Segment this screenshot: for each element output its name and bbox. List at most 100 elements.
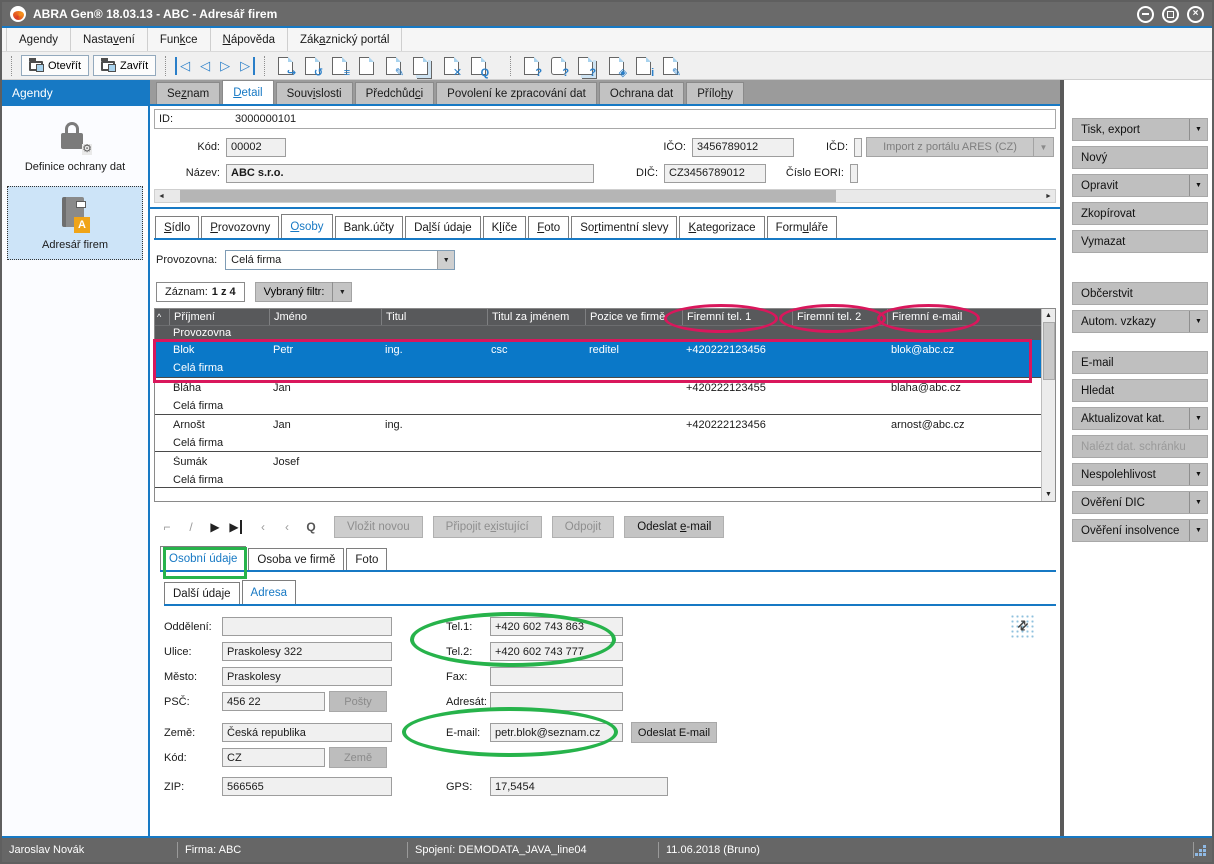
action-hledat[interactable]: Hledat: [1072, 379, 1208, 402]
tab-osobni-udaje[interactable]: Osobní údaje: [160, 546, 246, 570]
open-agenda-button[interactable]: Otevřít: [21, 55, 89, 76]
close-button[interactable]: ×: [1187, 6, 1204, 23]
new-document-icon[interactable]: [359, 57, 374, 75]
mesto-input[interactable]: Praskolesy: [222, 667, 392, 686]
odpojit-button[interactable]: Odpojit: [552, 516, 614, 538]
dropdown-arrow-icon[interactable]: ▼: [1189, 408, 1207, 429]
nav-last-icon[interactable]: ▷: [237, 57, 255, 75]
scrollbar-thumb[interactable]: [1043, 322, 1055, 380]
help-icon[interactable]: [524, 57, 539, 75]
switch-occurrence-icon[interactable]: [278, 57, 293, 75]
action-tisk-export[interactable]: Tisk, export▼: [1072, 118, 1208, 141]
scroll-right-icon[interactable]: ►: [1042, 193, 1055, 200]
menu-nastaveni[interactable]: Nastavení: [71, 28, 148, 51]
kod-zeme-input[interactable]: CZ: [222, 748, 325, 767]
zip-input[interactable]: 566565: [222, 777, 392, 796]
fax-input[interactable]: [490, 667, 623, 686]
tab-formulare[interactable]: Formuláře: [767, 216, 837, 238]
action-email[interactable]: E-mail: [1072, 351, 1208, 374]
refresh-icon[interactable]: [305, 57, 320, 75]
ulice-input[interactable]: Praskolesy 322: [222, 642, 392, 661]
icd-input[interactable]: [854, 138, 862, 157]
eori-input[interactable]: [850, 164, 858, 183]
vertical-scrollbar[interactable]: ▲ ▼: [1041, 309, 1055, 501]
zeme-button[interactable]: Země: [329, 747, 387, 768]
scroll-up-icon[interactable]: ▲: [1045, 309, 1052, 322]
oddeleni-input[interactable]: [222, 617, 392, 636]
tab-kategorizace[interactable]: Kategorizace: [679, 216, 764, 238]
action-zkopirovat[interactable]: Zkopírovat: [1072, 202, 1208, 225]
provozovna-select[interactable]: Celá firma ▼: [225, 250, 455, 270]
expand-icon[interactable]: ⇅: [1010, 614, 1034, 638]
dropdown-arrow-icon[interactable]: ▼: [1189, 175, 1207, 196]
tab-adresa[interactable]: Adresa: [242, 580, 296, 604]
menu-napoveda[interactable]: Nápověda: [211, 28, 288, 51]
close-agenda-button[interactable]: Zavřít: [93, 55, 156, 76]
context-help-icon[interactable]: [551, 57, 566, 75]
dic-input[interactable]: CZ3456789012: [664, 164, 766, 183]
col-titul[interactable]: Titul: [381, 309, 487, 325]
email-input[interactable]: petr.blok@seznam.cz: [490, 723, 623, 742]
tab-klice[interactable]: Klíče: [483, 216, 527, 238]
vlozit-novou-button[interactable]: Vložit novou: [334, 516, 423, 538]
sidebar-item-definice-ochrany-dat[interactable]: ⚙ Definice ochrany dat: [7, 110, 143, 182]
tab-osoby[interactable]: Osoby: [281, 214, 332, 238]
rec-next-icon[interactable]: ▶: [204, 520, 226, 534]
copy-record-icon[interactable]: [413, 57, 428, 75]
table-row[interactable]: BláhaJan +420222123455 blaha@abc.cz Celá…: [155, 377, 1041, 414]
tab-bank-ucty[interactable]: Bank.účty: [335, 216, 404, 238]
tel1-input[interactable]: +420 602 743 863: [490, 617, 623, 636]
col-prijmeni[interactable]: Příjmení: [169, 309, 269, 325]
menu-agendy[interactable]: Agendy: [6, 28, 71, 51]
scroll-down-icon[interactable]: ▼: [1045, 488, 1052, 501]
horizontal-scrollbar[interactable]: ◄ ►: [154, 189, 1056, 203]
gps-input[interactable]: 17,5454: [490, 777, 668, 796]
tab-foto-person[interactable]: Foto: [346, 548, 387, 570]
sort-icon[interactable]: ^: [155, 309, 169, 325]
zeme-input[interactable]: Česká republika: [222, 723, 392, 742]
col-firemni-email[interactable]: Firemní e-mail: [887, 309, 1041, 325]
col-pozice[interactable]: Pozice ve firmě: [585, 309, 682, 325]
tab-foto[interactable]: Foto: [528, 216, 569, 238]
tab-osoba-ve-firme[interactable]: Osoba ve firmě: [248, 548, 344, 570]
filter-button[interactable]: Vybraný filtr: ▼: [255, 282, 353, 302]
help-topics-icon[interactable]: [578, 57, 593, 75]
odeslat-email-form-button[interactable]: Odeslat E-mail: [631, 722, 717, 743]
action-obcerstvit[interactable]: Občerstvit: [1072, 282, 1208, 305]
tab-souvislosti[interactable]: Souvislosti: [276, 82, 353, 104]
col-firemni-tel-1[interactable]: Firemní tel. 1: [682, 309, 792, 325]
tab-povoleni[interactable]: Povolení ke zpracování dat: [436, 82, 597, 104]
sidebar-item-adresar-firem[interactable]: A Adresář firem: [7, 186, 143, 260]
tab-provozovny[interactable]: Provozovny: [201, 216, 279, 238]
action-opravit[interactable]: Opravit▼: [1072, 174, 1208, 197]
posty-button[interactable]: Pošty: [329, 691, 387, 712]
psc-input[interactable]: 456 22: [222, 692, 325, 711]
feedback-icon[interactable]: [663, 57, 678, 75]
menu-zakaznicky-portal[interactable]: Zákaznický portál: [288, 28, 403, 51]
ares-import-button[interactable]: Import z portálu ARES (CZ) ▼: [866, 137, 1054, 157]
tab-ochrana-dat[interactable]: Ochrana dat: [599, 82, 684, 104]
related-docs-icon[interactable]: [609, 57, 624, 75]
tab-predchudci[interactable]: Předchůdci: [355, 82, 435, 104]
rec-prev-icon[interactable]: /: [180, 520, 202, 534]
preview-icon[interactable]: [471, 57, 486, 75]
maximize-button[interactable]: [1162, 6, 1179, 23]
rec-page-up2-icon[interactable]: ‹: [276, 520, 298, 534]
dropdown-arrow-icon[interactable]: ▼: [1189, 311, 1207, 332]
action-overeni-dic[interactable]: Ověření DIČ▼: [1072, 491, 1208, 514]
nav-prev-icon[interactable]: ◁: [197, 57, 213, 75]
col-titul-za-jmenem[interactable]: Titul za jménem: [487, 309, 585, 325]
action-aktualizovat-kat[interactable]: Aktualizovat kat.▼: [1072, 407, 1208, 430]
table-row[interactable]: ŠumákJosef Celá firma: [155, 451, 1041, 488]
scroll-left-icon[interactable]: ◄: [155, 193, 168, 200]
tab-dalsi-udaje[interactable]: Další údaje: [405, 216, 481, 238]
dropdown-arrow-icon[interactable]: ▼: [1189, 119, 1207, 140]
dropdown-arrow-icon[interactable]: ▼: [437, 251, 454, 269]
print-icon[interactable]: [332, 57, 347, 75]
minimize-button[interactable]: [1137, 6, 1154, 23]
pripojit-existujici-button[interactable]: Připojit existující: [433, 516, 542, 538]
dropdown-arrow-icon[interactable]: ▼: [1189, 520, 1207, 541]
action-nalezt-dat-schranku[interactable]: Nalézt dat. schránku: [1072, 435, 1208, 458]
tab-sidlo[interactable]: Sídlo: [155, 216, 199, 238]
table-row[interactable]: BlokPetr ing.csc reditel+420222123456 bl…: [155, 340, 1041, 377]
